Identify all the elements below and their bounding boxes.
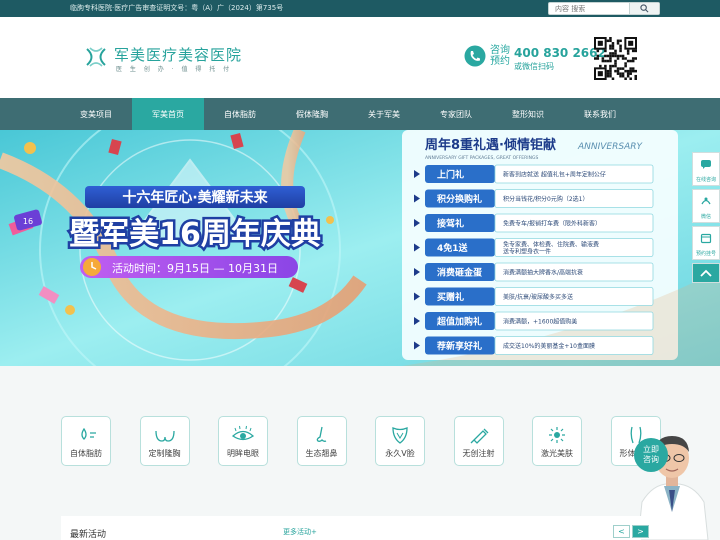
side-tool-label: 在线咨询 (695, 177, 716, 183)
gift-item: 接驾礼 免费专车/报销打车费（限外科新客） (414, 213, 654, 233)
nav-item[interactable]: 联系我们 (564, 98, 636, 130)
search-box (548, 2, 660, 15)
calendar-icon (700, 229, 712, 248)
back-to-top-button[interactable] (692, 263, 720, 283)
gift-item: 荐新享好礼 成交送10%的美丽基金+10盒面膜 (414, 336, 654, 355)
category-fat-transfer[interactable]: 自体脂肪 (61, 416, 111, 466)
wechat-qr-code-icon (594, 37, 637, 80)
category-syringe[interactable]: 无创注射 (453, 416, 504, 466)
gift-panel-title-en: ANNIVERSARY (577, 142, 643, 152)
latest-activities-title: 最新活动 (70, 530, 107, 540)
category-label: 生态翘鼻 (305, 449, 338, 458)
banner-artwork: 十六年匠心·美耀新未来 暨军美16周年庆典 活动时间：9月15日 — 10月31… (0, 130, 720, 366)
gift-name: 超值加购礼 (436, 316, 482, 328)
eye-icon (231, 425, 255, 441)
chevron-up-icon (700, 269, 712, 277)
category-row: 自体脂肪定制隆胸明眸电眼生态翘鼻永久V脸无创注射激光美肤形体雕塑 (61, 416, 691, 466)
floating-side-tools: 在线咨询微信预约挂号 (692, 152, 720, 286)
nav-item[interactable]: 整形知识 (492, 98, 564, 130)
hospital-logo-icon[interactable] (84, 45, 108, 69)
gift-name: 买赠礼 (437, 291, 464, 303)
nav-item[interactable]: 军美首页 (132, 98, 204, 130)
category-label: 无创注射 (462, 449, 495, 458)
phone-icon (464, 45, 486, 67)
chat-icon (700, 155, 712, 174)
category-label: 激光美肤 (541, 449, 573, 458)
gift-panel-title: 周年8重礼遇·倾情钜献 (425, 137, 556, 153)
gift-item: 上门礼 新客到店就送 超值礼包+周年定制公仔 (414, 164, 654, 184)
search-icon (640, 4, 649, 13)
banner-activity-time: 活动时间：9月15日 — 10月31日 (112, 262, 278, 275)
category-label: 明眸电眼 (227, 449, 259, 458)
gift-description: 免专家费、体检费、住院费、输液费 (503, 241, 599, 249)
side-tool-label: 预约挂号 (695, 251, 716, 257)
wechat-scan-text: 或微信扫码 (514, 62, 554, 71)
gift-item: 4免1送 免专家费、体检费、住院费、输液费 送专利塑身衣一件 (414, 238, 654, 257)
gift-item: 积分换购礼 积分当钱花/积分0元购（2选1） (414, 189, 654, 208)
gift-name: 4免1送 (437, 242, 469, 254)
nav-item[interactable]: 专家团队 (420, 98, 492, 130)
gift-description: 消费满额，+1600超值购美 (503, 318, 577, 326)
category-nose[interactable]: 生态翘鼻 (296, 416, 347, 466)
category-label: 定制隆胸 (148, 449, 181, 458)
gift-name: 上门礼 (437, 169, 464, 181)
gift-item: 消费砸金蛋 消费满额抽大牌香水/高端抗衰 (414, 262, 654, 282)
breast-icon (154, 430, 175, 442)
banner-badge-number: 16 (23, 217, 33, 226)
category-v-face[interactable]: 永久V脸 (375, 416, 425, 466)
search-input[interactable] (549, 3, 629, 14)
wechat-icon (700, 192, 712, 211)
side-tool-chat[interactable]: 在线咨询 (692, 152, 720, 186)
ad-license-notice: 临朐专科医院·医疗广告审查证明文号：粤（A）广（2024）第735号 (70, 4, 284, 12)
nav-item[interactable]: 自体脂肪 (204, 98, 276, 130)
gift-description: 美肤/抗衰/玻尿酸多买多送 (503, 293, 573, 301)
category-laser[interactable]: 激光美肤 (532, 416, 582, 466)
top-bar: 临朐专科医院·医疗广告审查证明文号：粤（A）广（2024）第735号 (0, 0, 720, 17)
side-tool-wechat[interactable]: 微信 (692, 189, 720, 223)
nav-item[interactable]: 关于军美 (348, 98, 420, 130)
anniversary-banner[interactable]: 十六年匠心·美耀新未来 暨军美16周年庆典 活动时间：9月15日 — 10月31… (0, 130, 720, 366)
consult-now-bubble[interactable]: 立即 咨询 (634, 438, 668, 472)
gift-name: 接驾礼 (437, 218, 464, 230)
site-header: 军美医疗美容医院 医 生 创 办 · 值 得 托 付 咨询 预约 400 830… (0, 17, 720, 98)
gift-item: 买赠礼 美肤/抗衰/玻尿酸多买多送 (414, 287, 654, 306)
hospital-name[interactable]: 军美医疗美容医院 (114, 44, 242, 65)
latest-activities-panel: 最新活动 更多活动+ (61, 516, 641, 540)
laser-icon (549, 427, 565, 443)
more-activities-link[interactable]: 更多活动+ (283, 527, 317, 537)
gift-name: 消费砸金蛋 (437, 267, 482, 279)
gift-item: 超值加购礼 消费满额，+1600超值购美 (414, 311, 654, 331)
category-eye[interactable]: 明眸电眼 (218, 416, 268, 466)
nose-icon (316, 426, 326, 442)
next-button[interactable]: > (632, 525, 649, 538)
gift-description: 免费专车/报销打车费（限外科新客） (503, 220, 601, 228)
gift-description: 成交送10%的美丽基金+10盒面膜 (503, 342, 595, 350)
category-label: 自体脂肪 (70, 449, 102, 458)
hotline-number[interactable]: 400 830 2662 (514, 46, 606, 60)
v-face-icon (392, 427, 408, 444)
syringe-icon (470, 428, 488, 444)
banner-headline: 暨军美16周年庆典 (69, 217, 321, 252)
gift-description: 新客到店就送 超值礼包+周年定制公仔 (503, 171, 606, 179)
fat-transfer-icon (81, 427, 96, 440)
banner-tagline: 十六年匠心·美耀新未来 (122, 189, 268, 206)
category-label: 永久V脸 (385, 449, 415, 458)
nav-item[interactable]: 变美项目 (60, 98, 132, 130)
hospital-slogan: 医 生 创 办 · 值 得 托 付 (116, 66, 233, 73)
side-tool-calendar[interactable]: 预约挂号 (692, 226, 720, 260)
gift-description: 积分当钱花/积分0元购（2选1） (503, 195, 588, 203)
category-breast[interactable]: 定制隆胸 (139, 416, 190, 466)
prev-button[interactable]: < (613, 525, 630, 538)
nav-item[interactable]: 假体隆胸 (276, 98, 348, 130)
gift-name: 积分换购礼 (437, 193, 482, 205)
side-tool-label: 微信 (700, 214, 711, 220)
activity-pager: < > (613, 525, 649, 538)
consult-label: 咨询 预约 (490, 45, 510, 67)
gift-description: 送专利塑身衣一件 (503, 248, 551, 256)
gift-panel-subtitle: ANNIVERSARY GIFT PACKAGES, GREAT OFFERIN… (425, 155, 538, 161)
main-navigation: 变美项目 军美首页 自体脂肪 假体隆胸 关于军美 专家团队 整形知识 联系我们 (0, 98, 720, 130)
search-button[interactable] (629, 3, 659, 14)
gift-description: 消费满额抽大牌香水/高端抗衰 (503, 269, 583, 277)
gift-name: 荐新享好礼 (436, 340, 482, 352)
